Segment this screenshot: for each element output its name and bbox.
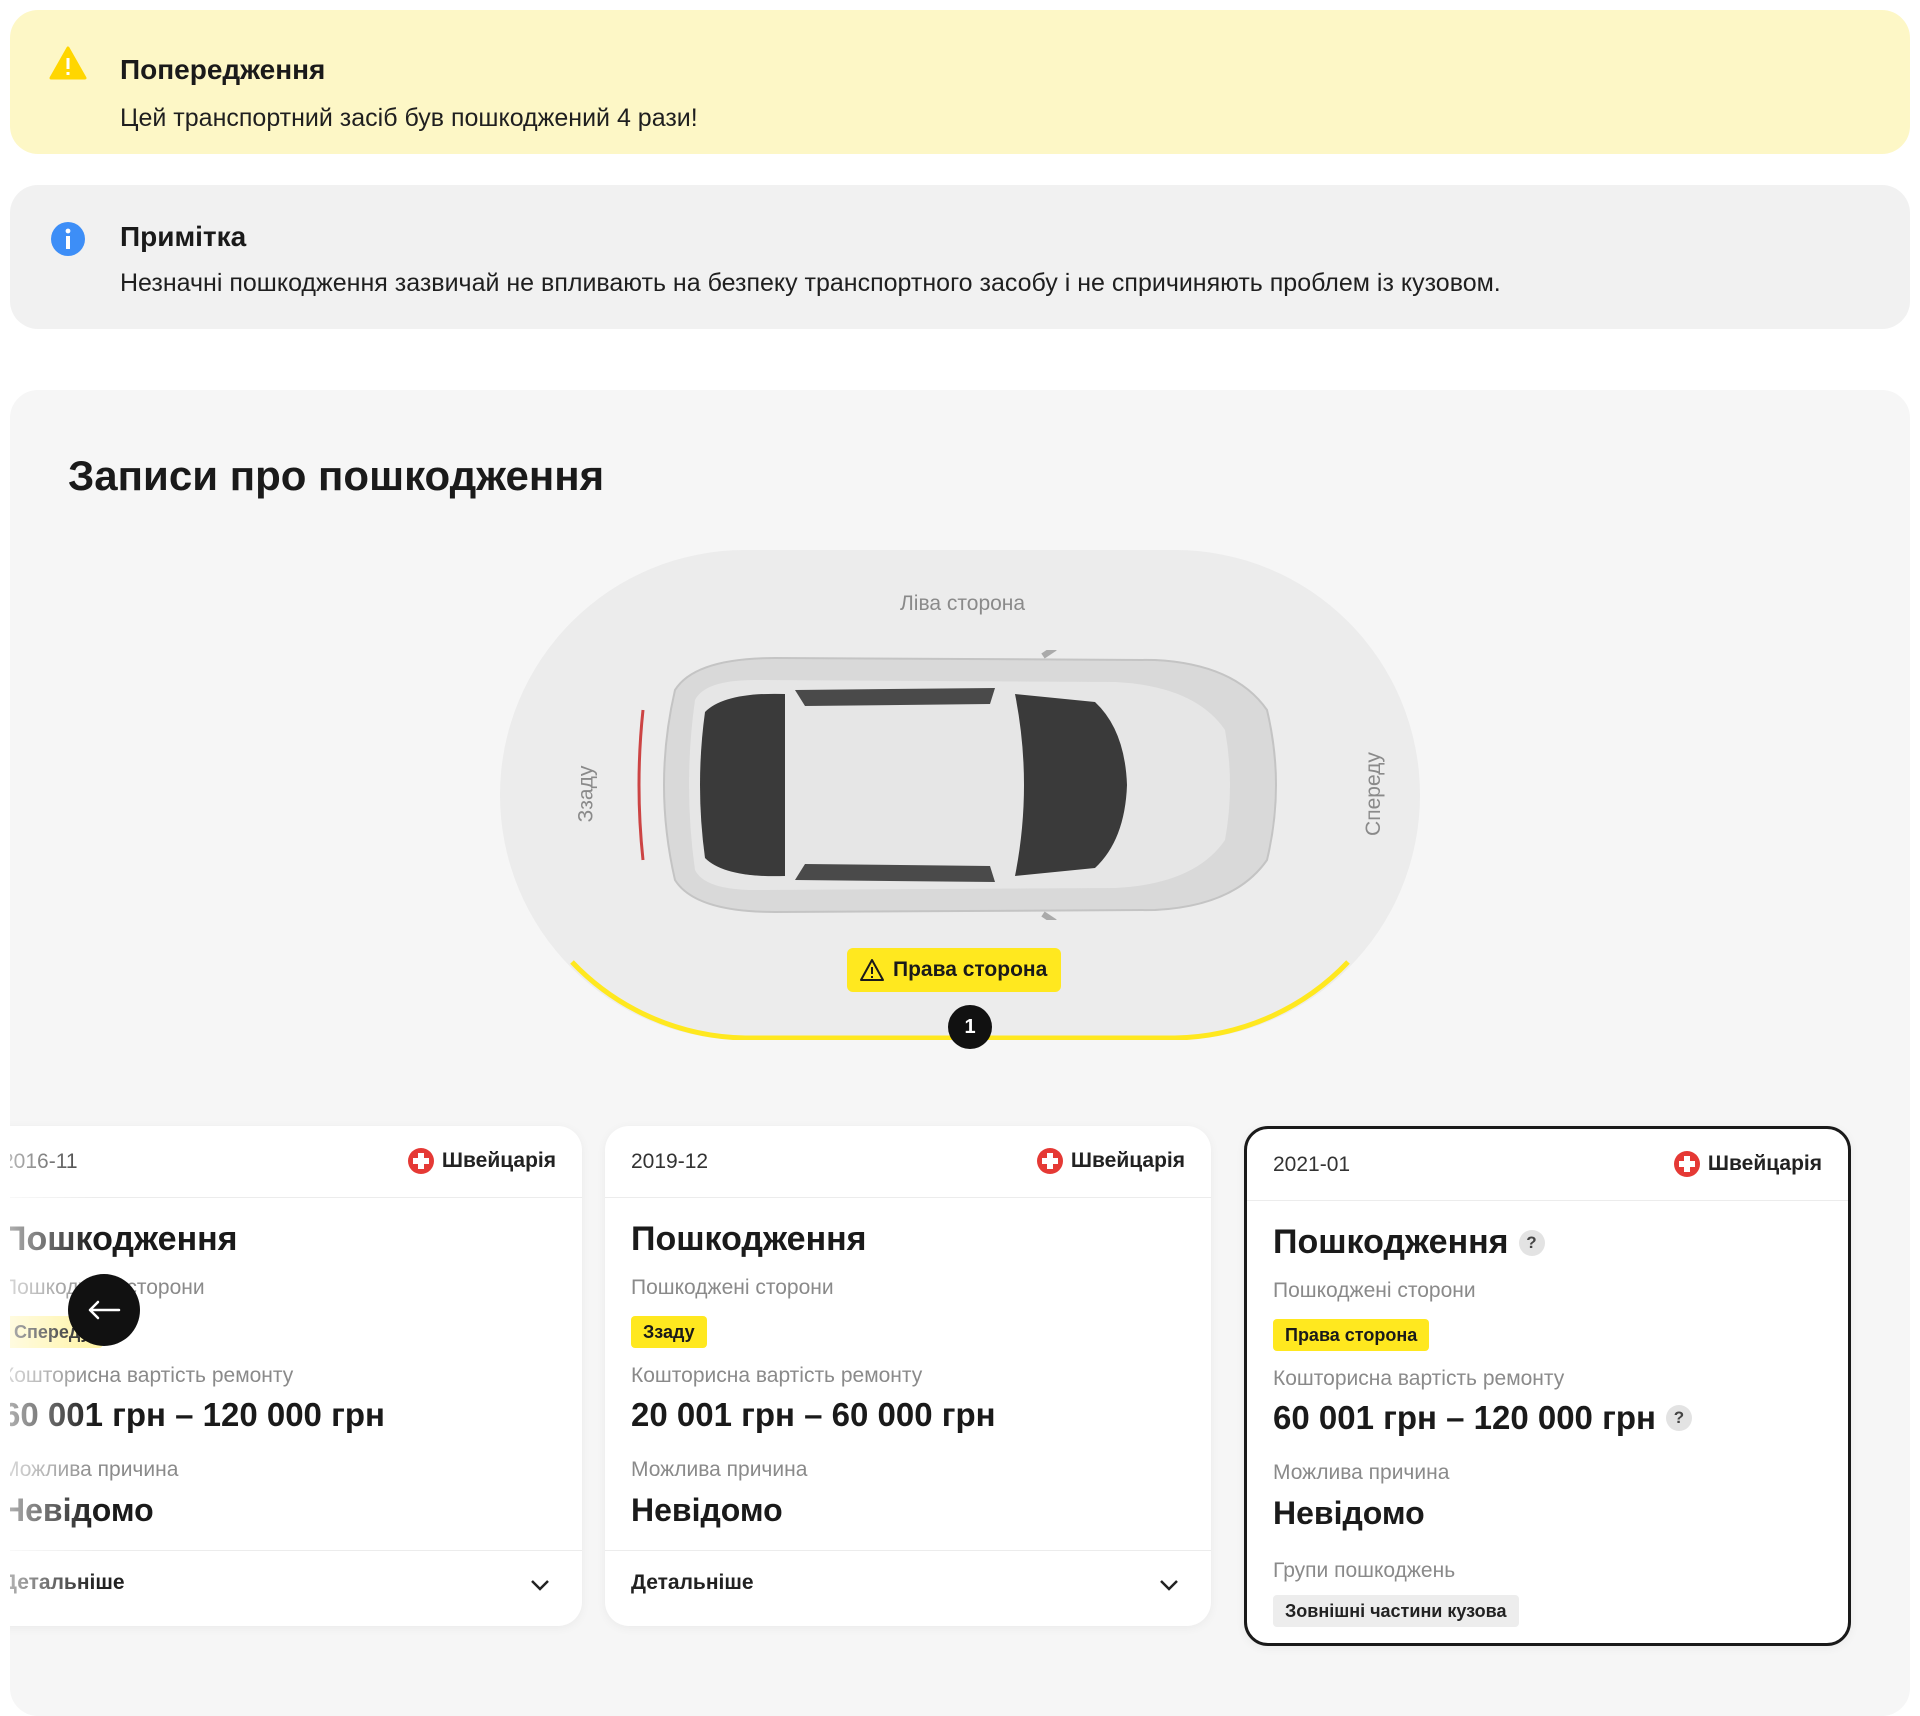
card-country: Швейцарія	[1036, 1148, 1185, 1174]
warning-text: Цей транспортний засіб був пошкоджений 4…	[120, 104, 698, 132]
card-title: Пошкодження	[631, 1220, 867, 1259]
card-header: 2021-01 Швейцарія	[1247, 1129, 1848, 1201]
repair-cost-label: Кошторисна вартість ремонту	[1273, 1367, 1565, 1390]
cause-label: Можлива причина	[10, 1458, 179, 1481]
note-alert: Примітка Незначні пошкодження зазвичай н…	[10, 185, 1910, 329]
cause-value: Невідомо	[10, 1492, 154, 1528]
chevron-down-icon[interactable]	[526, 1571, 554, 1599]
card-title: Пошкодження ?	[1273, 1223, 1545, 1262]
repair-cost-text: 20 001 грн – 60 000 грн	[631, 1396, 996, 1433]
card-title: Пошкодження	[10, 1220, 238, 1259]
warning-alert: Попередження Цей транспортний засіб був …	[10, 10, 1910, 154]
note-text: Незначні пошкодження зазвичай не впливаю…	[120, 269, 1501, 297]
repair-cost-label: Кошторисна вартість ремонту	[631, 1364, 923, 1387]
cause-label: Можлива причина	[631, 1458, 808, 1481]
section-title: Записи про пошкодження	[68, 452, 605, 499]
carousel-back-button[interactable]	[68, 1274, 140, 1346]
warning-triangle-icon	[49, 46, 87, 80]
card-title-text: Пошкодження	[1273, 1223, 1509, 1261]
warning-title: Попередження	[120, 54, 326, 85]
side-tag: Ззаду	[631, 1316, 707, 1348]
country-label: Швейцарія	[1707, 1152, 1822, 1175]
car-damage-diagram: Ліва сторона Ззаду Спереду Права сторона…	[500, 550, 1420, 1049]
chevron-down-icon[interactable]	[1155, 1571, 1183, 1599]
swiss-flag-icon	[407, 1148, 434, 1174]
card-date: 2021-01	[1273, 1153, 1351, 1176]
swiss-flag-icon	[1036, 1148, 1063, 1174]
damaged-sides-label: Пошкоджені сторони	[631, 1276, 834, 1299]
cause-value: Невідомо	[631, 1492, 783, 1528]
help-icon[interactable]: ?	[1518, 1229, 1545, 1256]
note-title: Примітка	[120, 221, 247, 252]
info-icon	[51, 222, 85, 256]
repair-cost-text: 60 001 грн – 120 000 грн	[10, 1396, 385, 1433]
card-footer[interactable]: Детальніше	[605, 1550, 1211, 1626]
warning-outline-icon	[860, 959, 884, 981]
repair-cost-value: 60 001 грн – 120 000 грн ?	[1273, 1399, 1692, 1437]
damaged-sides-label: Пошкоджені сторони	[1273, 1279, 1476, 1302]
swiss-flag-icon	[1673, 1151, 1700, 1177]
front-side-label[interactable]: Спереду	[1362, 752, 1386, 836]
country-label: Швейцарія	[441, 1149, 556, 1172]
help-icon[interactable]: ?	[1665, 1405, 1692, 1431]
card-date: 2016-11	[10, 1150, 78, 1173]
damage-group-tag: Зовнішні частини кузова	[1273, 1595, 1519, 1627]
repair-cost-value: 60 001 грн – 120 000 грн	[10, 1396, 385, 1434]
card-title-text: Пошкодження	[631, 1220, 867, 1258]
country-label: Швейцарія	[1070, 1149, 1185, 1172]
damage-record-card[interactable]: 2019-12 Швейцарія Пошкодження Пошкоджені…	[605, 1126, 1211, 1626]
back-side-label[interactable]: Ззаду	[574, 766, 598, 823]
repair-cost-value: 20 001 грн – 60 000 грн	[631, 1396, 996, 1434]
damage-count-badge: 1	[948, 1005, 992, 1049]
right-side-badge[interactable]: Права сторона	[847, 948, 1062, 992]
damage-record-card-selected[interactable]: 2021-01 Швейцарія Пошкодження ? Пошкодже…	[1244, 1126, 1851, 1646]
damage-records-panel: Записи про пошкодження Ліва сторона Ззад…	[10, 390, 1910, 1716]
cause-label: Можлива причина	[1273, 1461, 1450, 1484]
car-top-view-image	[637, 650, 1277, 920]
card-header: 2016-11 Швейцарія	[10, 1126, 582, 1198]
right-side-badge-label: Права сторона	[893, 958, 1048, 981]
left-side-label[interactable]: Ліва сторона	[900, 592, 1025, 616]
side-tag: Права сторона	[1273, 1319, 1430, 1351]
card-country: Швейцарія	[407, 1148, 556, 1174]
details-toggle[interactable]: Детальніше	[10, 1571, 125, 1595]
card-date: 2019-12	[631, 1150, 709, 1173]
card-country: Швейцарія	[1673, 1151, 1822, 1177]
repair-cost-label: Кошторисна вартість ремонту	[10, 1364, 294, 1387]
card-title-text: Пошкодження	[10, 1220, 238, 1258]
card-header: 2019-12 Швейцарія	[605, 1126, 1211, 1198]
card-footer[interactable]: Детальніше	[10, 1550, 582, 1626]
cause-value: Невідомо	[1273, 1495, 1425, 1531]
arrow-left-icon	[88, 1300, 121, 1320]
damage-record-card[interactable]: 2016-11 Швейцарія Пошкодження Пошкоджені…	[10, 1126, 582, 1626]
details-toggle[interactable]: Детальніше	[631, 1571, 754, 1595]
damage-groups-label: Групи пошкоджень	[1273, 1559, 1456, 1582]
repair-cost-text: 60 001 грн – 120 000 грн	[1273, 1399, 1656, 1436]
